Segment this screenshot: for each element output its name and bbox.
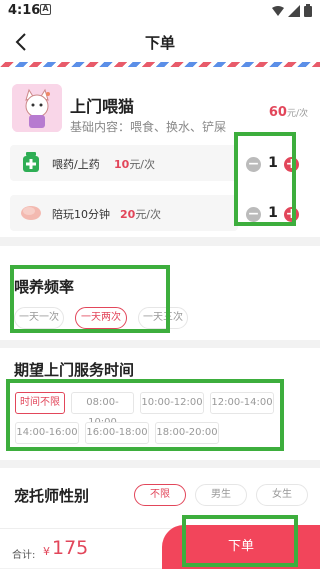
cat-illustration [12, 84, 62, 132]
status-icons [272, 4, 312, 17]
addon-price-unit: 元/次 [135, 208, 162, 221]
timeslot-title: 期望上门服务时间 [14, 361, 135, 379]
currency-symbol: ¥ [43, 545, 50, 558]
highlight-box [234, 132, 296, 226]
addon-medicine: 喂药/上药 10元/次 [10, 145, 238, 181]
status-bar: 4:16 A [0, 0, 320, 22]
gender-title: 宠托师性别 [14, 487, 90, 505]
service-price-value: 60 [268, 105, 287, 120]
addon-play: 陪玩10分钟 20元/次 [10, 195, 238, 231]
highlight-box [10, 265, 170, 333]
medicine-icon [23, 152, 39, 172]
wifi-icon [272, 5, 284, 16]
battery-icon [304, 4, 312, 17]
status-time: 4:16 [8, 3, 41, 18]
play-hand-icon [21, 206, 41, 220]
addon-price-value: 10 [114, 158, 130, 171]
nav-bar: 下单 [0, 22, 320, 62]
alert-icon: A [40, 4, 51, 15]
addon-name: 陪玩10分钟 [52, 208, 110, 221]
total-amount: 175 [52, 537, 89, 559]
addon-price-value: 20 [120, 208, 136, 221]
total-label: 合计: [12, 550, 36, 561]
gender-option[interactable]: 女生 [256, 484, 308, 506]
gender-option[interactable]: 男生 [195, 484, 247, 506]
addon-price: 10元/次 [114, 156, 155, 172]
cellular-icon [288, 4, 300, 17]
service-price: 60元/次 [269, 105, 308, 120]
page-title: 下单 [144, 34, 175, 52]
highlight-box [6, 379, 284, 451]
service-description: 基础内容：喂食、换水、铲屎 [70, 120, 227, 134]
service-price-unit: 元/次 [286, 109, 308, 119]
addon-name: 喂药/上药 [52, 158, 100, 171]
service-title: 上门喂猫 [70, 97, 135, 116]
addon-price: 20元/次 [120, 206, 161, 222]
gender-option-selected[interactable]: 不限 [134, 484, 186, 506]
highlight-box [182, 515, 298, 567]
addon-price-unit: 元/次 [129, 158, 156, 171]
